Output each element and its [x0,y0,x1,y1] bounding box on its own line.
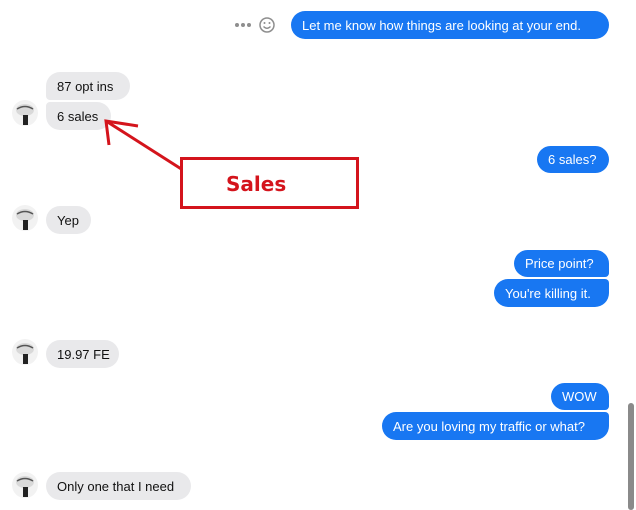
message-bubble-incoming[interactable]: Only one that I need [46,472,191,500]
contact-avatar[interactable] [12,339,38,365]
message-bubble-outgoing[interactable]: WOW [551,383,609,410]
message-bubble-incoming[interactable]: 19.97 FE [46,340,119,368]
contact-avatar[interactable] [12,205,38,231]
message-bubble-outgoing[interactable]: You're killing it. [494,279,609,307]
message-bubble-incoming[interactable]: Yep [46,206,91,234]
message-bubble-outgoing[interactable]: Price point? [514,250,609,277]
annotation-box: Sales [180,157,359,209]
contact-avatar[interactable] [12,472,38,498]
message-bubble-outgoing[interactable]: 6 sales? [537,146,609,173]
annotation-label: Sales [226,172,287,196]
message-bubble-outgoing[interactable]: Are you loving my traffic or what? [382,412,609,440]
scrollbar-thumb[interactable] [628,403,634,510]
